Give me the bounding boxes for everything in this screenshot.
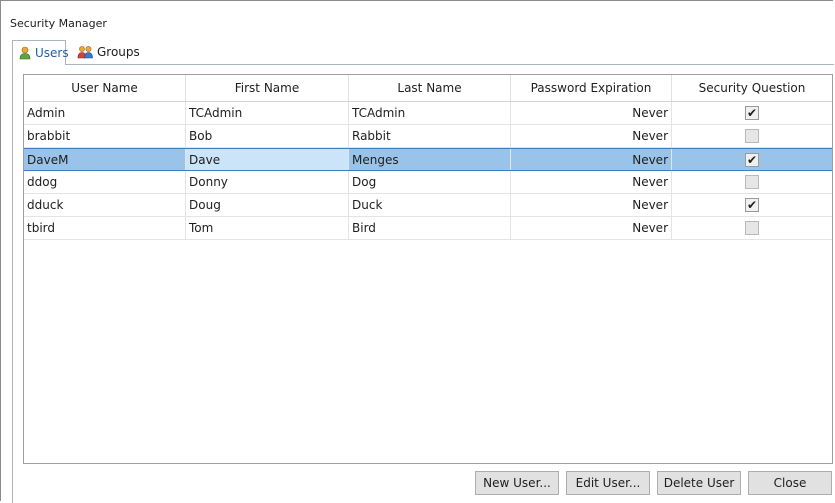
cell-user-name: tbird	[24, 217, 186, 239]
cell-password-expiration: Never	[511, 149, 672, 170]
users-grid[interactable]: User Name First Name Last Name Password …	[23, 74, 833, 464]
cell-last-name: Duck	[349, 194, 511, 216]
cell-first-name: Bob	[186, 125, 349, 147]
edit-user-button[interactable]: Edit User...	[566, 471, 650, 495]
window-title: Security Manager	[10, 17, 107, 30]
close-button[interactable]: Close	[748, 471, 832, 495]
cell-last-name: Bird	[349, 217, 511, 239]
tab-groups[interactable]: Groups	[72, 41, 142, 63]
cell-security-question: ✔	[672, 149, 832, 170]
cell-password-expiration: Never	[511, 194, 672, 216]
security-question-checkbox[interactable]: ✔	[745, 106, 759, 120]
cell-user-name: brabbit	[24, 125, 186, 147]
cell-first-name: Doug	[186, 194, 349, 216]
security-manager-window: Security Manager Users Groups User Name …	[0, 0, 834, 503]
cell-password-expiration: Never	[511, 125, 672, 147]
column-header-password-expiration[interactable]: Password Expiration	[511, 75, 672, 101]
cell-last-name: Dog	[349, 171, 511, 193]
column-header-first-name[interactable]: First Name	[186, 75, 349, 101]
delete-user-button[interactable]: Delete User	[657, 471, 741, 495]
cell-first-name: Tom	[186, 217, 349, 239]
column-header-last-name[interactable]: Last Name	[349, 75, 511, 101]
cell-user-name: DaveM	[24, 149, 186, 170]
cell-security-question	[672, 125, 832, 147]
column-header-user-name[interactable]: User Name	[24, 75, 186, 101]
group-icon	[77, 45, 94, 59]
cell-first-name: TCAdmin	[186, 102, 349, 124]
cell-password-expiration: Never	[511, 217, 672, 239]
cell-security-question	[672, 171, 832, 193]
tab-users[interactable]: Users	[12, 40, 69, 65]
grid-header: User Name First Name Last Name Password …	[24, 75, 832, 102]
cell-user-name: ddog	[24, 171, 186, 193]
table-row[interactable]: tbird Tom Bird Never	[24, 217, 832, 240]
tab-users-label: Users	[35, 46, 69, 60]
cell-last-name: Menges	[349, 149, 511, 170]
cell-first-name-current: Dave	[186, 149, 349, 170]
cell-user-name: Admin	[24, 102, 186, 124]
security-question-checkbox[interactable]: ✔	[745, 198, 759, 212]
cell-password-expiration: Never	[511, 171, 672, 193]
table-row-selected[interactable]: DaveM Dave Menges Never ✔	[24, 148, 832, 171]
table-row[interactable]: brabbit Bob Rabbit Never	[24, 125, 832, 148]
cell-last-name: TCAdmin	[349, 102, 511, 124]
table-row[interactable]: ddog Donny Dog Never	[24, 171, 832, 194]
security-question-checkbox[interactable]	[745, 175, 759, 189]
cell-security-question	[672, 217, 832, 239]
cell-security-question: ✔	[672, 102, 832, 124]
new-user-button[interactable]: New User...	[475, 471, 559, 495]
security-question-checkbox[interactable]: ✔	[745, 152, 759, 167]
table-row[interactable]: Admin TCAdmin TCAdmin Never ✔	[24, 102, 832, 125]
cell-user-name: dduck	[24, 194, 186, 216]
user-icon	[18, 46, 32, 60]
security-question-checkbox[interactable]	[745, 129, 759, 143]
table-row[interactable]: dduck Doug Duck Never ✔	[24, 194, 832, 217]
cell-first-name: Donny	[186, 171, 349, 193]
cell-password-expiration: Never	[511, 102, 672, 124]
security-question-checkbox[interactable]	[745, 221, 759, 235]
cell-security-question: ✔	[672, 194, 832, 216]
cell-last-name: Rabbit	[349, 125, 511, 147]
tab-groups-label: Groups	[97, 45, 140, 59]
column-header-security-question[interactable]: Security Question	[672, 75, 832, 101]
